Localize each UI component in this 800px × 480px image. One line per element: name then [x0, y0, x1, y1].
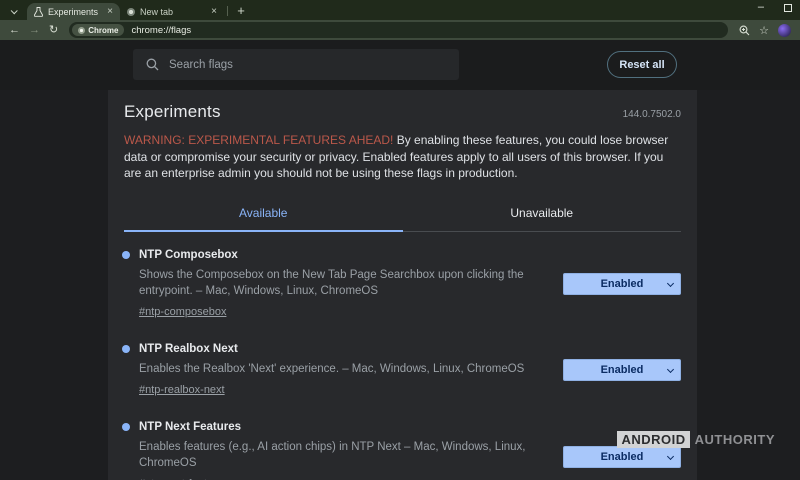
- maximize-icon[interactable]: [784, 4, 792, 12]
- card-head: Experiments 144.0.7502.0: [124, 102, 681, 122]
- profile-avatar[interactable]: [778, 24, 791, 37]
- flag-status-dot-icon: [122, 423, 130, 431]
- chevron-down-icon: [667, 366, 674, 373]
- flag-select-dropdown[interactable]: Enabled: [563, 359, 681, 381]
- flag-select-value: Enabled: [601, 278, 644, 290]
- flag-description: Enables features (e.g., AI action chips)…: [139, 439, 533, 471]
- flask-icon: [34, 7, 43, 17]
- search-input[interactable]: [169, 59, 446, 71]
- flag-select-dropdown[interactable]: Enabled: [563, 273, 681, 295]
- flag-description: Shows the Composebox on the New Tab Page…: [139, 267, 533, 299]
- tab-title: New tab: [140, 7, 173, 17]
- watermark-android: ANDROID: [617, 431, 689, 448]
- flags-header: Reset all: [0, 40, 800, 90]
- flag-status-dot-icon: [122, 345, 130, 353]
- warning-highlight: WARNING: EXPERIMENTAL FEATURES AHEAD!: [124, 133, 393, 147]
- close-icon[interactable]: ×: [211, 7, 217, 17]
- window-controls: –: [758, 2, 792, 13]
- url-text: chrome://flags: [131, 25, 191, 36]
- view-tabs: Available Unavailable: [124, 197, 681, 232]
- flag-select-value: Enabled: [601, 451, 644, 463]
- watermark: ANDROID AUTHORITY: [617, 431, 775, 448]
- flag-info: NTP Realbox Next Enables the Realbox 'Ne…: [124, 343, 533, 398]
- toolbar-right: ☆: [739, 24, 791, 37]
- browser-toolbar: ← → ↻ Chrome chrome://flags ☆: [0, 20, 800, 40]
- tab-divider: [227, 6, 228, 16]
- flag-title: NTP Realbox Next: [139, 343, 533, 355]
- flag-row: NTP Realbox Next Enables the Realbox 'Ne…: [124, 343, 681, 398]
- site-chip[interactable]: Chrome: [72, 24, 124, 36]
- flag-row: NTP Next Features Enables features (e.g.…: [124, 421, 681, 480]
- bookmark-star-icon[interactable]: ☆: [759, 24, 769, 37]
- chevron-down-icon: [667, 452, 674, 459]
- chrome-logo-icon: [78, 27, 85, 34]
- version-label: 144.0.7502.0: [623, 109, 681, 122]
- tab-experiments[interactable]: Experiments ×: [27, 3, 120, 20]
- flags-search-box[interactable]: [133, 49, 459, 80]
- flag-info: NTP Composebox Shows the Composebox on t…: [124, 249, 533, 320]
- flag-row: NTP Composebox Shows the Composebox on t…: [124, 249, 681, 320]
- reload-icon[interactable]: ↻: [49, 25, 58, 36]
- flag-title: NTP Next Features: [139, 421, 533, 433]
- new-tab-button[interactable]: +: [233, 4, 249, 17]
- browser-window: Experiments × New tab × + – ← → ↻ Chrome…: [0, 0, 800, 480]
- flag-permalink[interactable]: #ntp-composebox: [139, 306, 226, 318]
- site-chip-label: Chrome: [88, 26, 118, 35]
- flags-card: Experiments 144.0.7502.0 WARNING: EXPERI…: [108, 90, 697, 480]
- zoom-icon[interactable]: [739, 25, 750, 36]
- address-bar[interactable]: Chrome chrome://flags: [69, 22, 728, 38]
- flag-select-dropdown[interactable]: Enabled: [563, 446, 681, 468]
- chevron-down-icon: [667, 280, 674, 287]
- tab-search-button[interactable]: [5, 4, 21, 18]
- flag-description: Enables the Realbox 'Next' experience. –…: [139, 361, 533, 377]
- watermark-authority: AUTHORITY: [695, 432, 775, 447]
- back-icon[interactable]: ←: [9, 25, 20, 36]
- flag-select-value: Enabled: [601, 364, 644, 376]
- minimize-icon[interactable]: –: [758, 2, 764, 13]
- tab-strip: Experiments × New tab × + –: [0, 0, 800, 20]
- favicon-globe-icon: [127, 8, 135, 16]
- flag-title: NTP Composebox: [139, 249, 533, 261]
- close-icon[interactable]: ×: [107, 7, 113, 17]
- page-title: Experiments: [124, 102, 221, 122]
- tab-new-tab[interactable]: New tab ×: [120, 3, 224, 20]
- warning-text: WARNING: EXPERIMENTAL FEATURES AHEAD! By…: [124, 132, 681, 182]
- tab-unavailable[interactable]: Unavailable: [403, 197, 682, 232]
- chevron-down-icon: [10, 7, 17, 14]
- tab-available[interactable]: Available: [124, 197, 403, 232]
- page-body: Experiments 144.0.7502.0 WARNING: EXPERI…: [0, 90, 800, 480]
- flag-info: NTP Next Features Enables features (e.g.…: [124, 421, 533, 480]
- forward-icon[interactable]: →: [29, 25, 40, 36]
- reset-all-button[interactable]: Reset all: [607, 51, 677, 78]
- flag-status-dot-icon: [122, 251, 130, 259]
- flag-permalink[interactable]: #ntp-realbox-next: [139, 384, 225, 396]
- tab-title: Experiments: [48, 7, 98, 17]
- search-icon: [146, 58, 159, 71]
